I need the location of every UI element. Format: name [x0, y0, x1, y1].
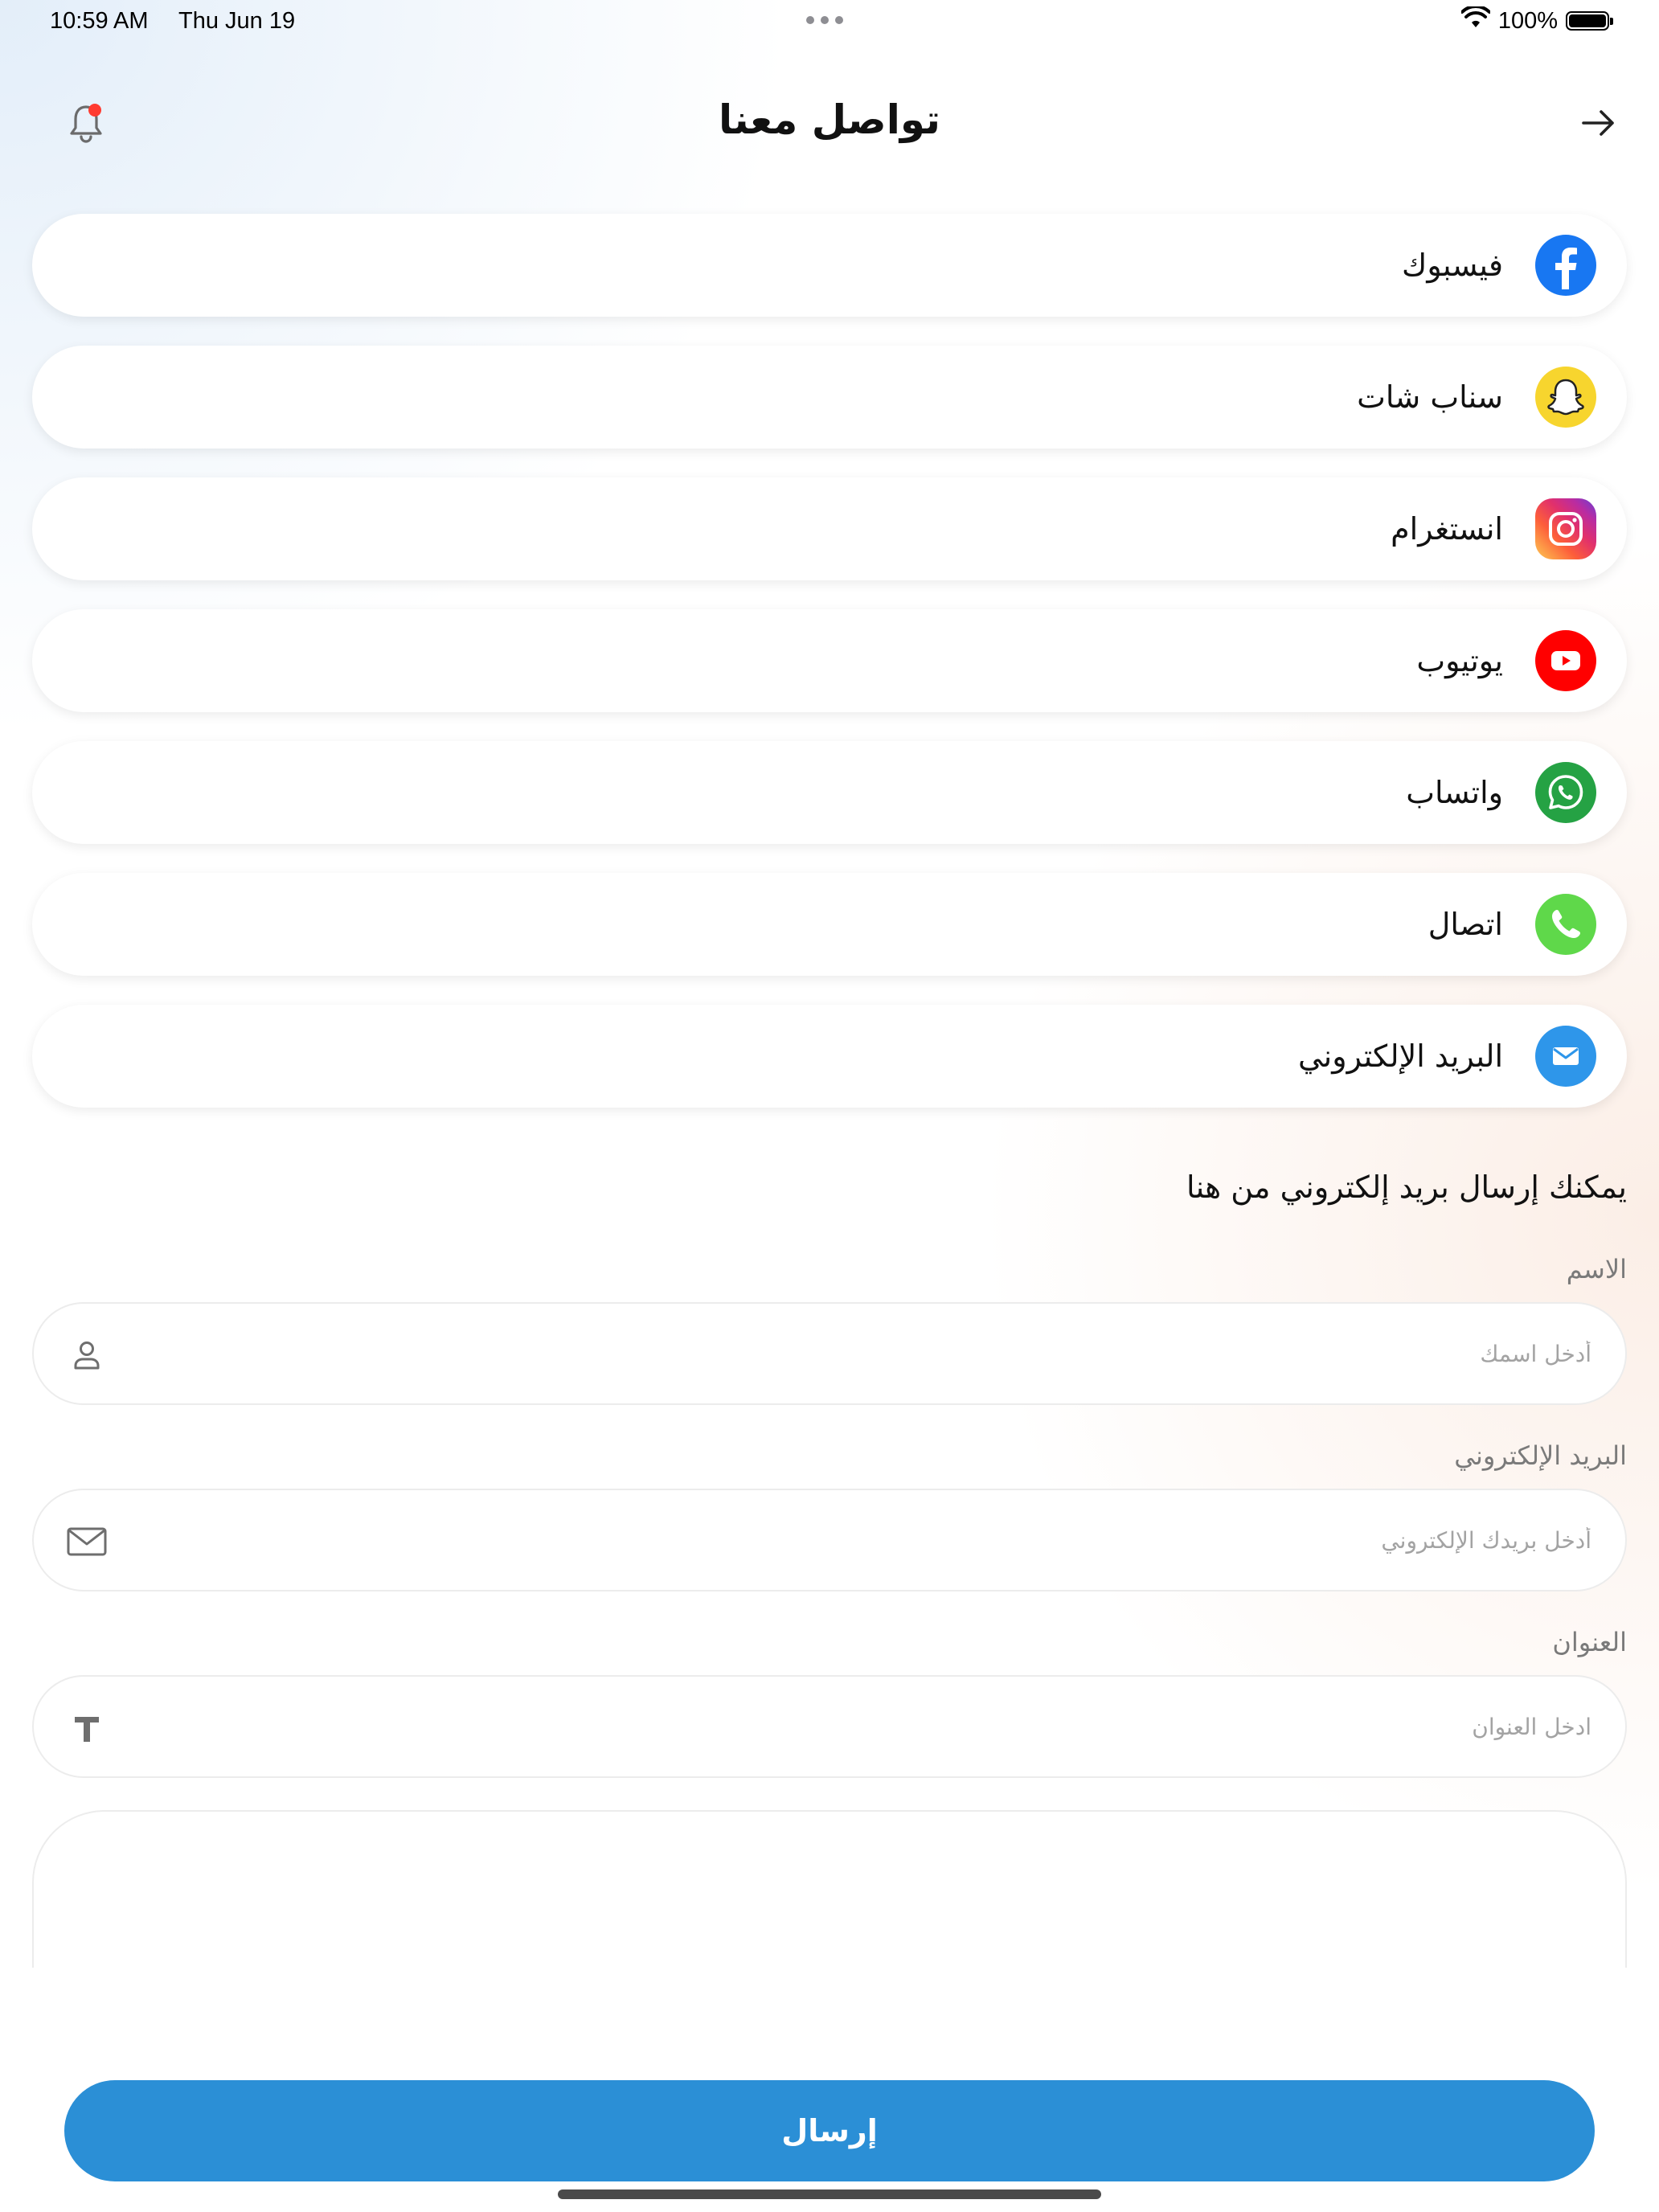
battery-percent: 100% — [1497, 7, 1558, 34]
youtube-icon — [1535, 630, 1596, 691]
social-label: يوتيوب — [1416, 643, 1503, 678]
envelope-icon — [61, 1516, 113, 1567]
status-right: 100% — [1460, 4, 1613, 35]
submit-button[interactable]: إرسال — [64, 2080, 1595, 2181]
social-label: البريد الإلكتروني — [1298, 1038, 1503, 1074]
social-item-facebook[interactable]: فيسبوك — [32, 214, 1627, 317]
social-label: اتصال — [1428, 907, 1503, 942]
whatsapp-icon — [1535, 762, 1596, 823]
wifi-icon — [1460, 4, 1491, 35]
social-item-whatsapp[interactable]: واتساب — [32, 741, 1627, 844]
social-label: فيسبوك — [1402, 248, 1503, 283]
social-item-instagram[interactable]: انستغرام — [32, 477, 1627, 580]
facebook-icon — [1535, 235, 1596, 296]
social-item-email[interactable]: البريد الإلكتروني — [32, 1005, 1627, 1108]
multitasking-dots-icon[interactable] — [806, 16, 843, 24]
mail-icon — [1535, 1026, 1596, 1087]
text-icon — [61, 1702, 113, 1754]
name-field — [32, 1302, 1627, 1405]
email-label: البريد الإلكتروني — [1454, 1440, 1627, 1471]
user-icon — [61, 1329, 113, 1381]
social-item-phone[interactable]: اتصال — [32, 873, 1627, 976]
subject-label: العنوان — [1552, 1627, 1627, 1657]
social-label: سناب شات — [1357, 379, 1503, 415]
status-date: Thu Jun 19 — [178, 8, 296, 34]
subject-field — [32, 1675, 1627, 1778]
phone-icon — [1535, 894, 1596, 955]
social-label: انستغرام — [1391, 511, 1503, 547]
social-label: واتساب — [1406, 775, 1503, 810]
snapchat-icon — [1535, 367, 1596, 428]
subject-input[interactable] — [146, 1677, 1593, 1776]
status-bar: 10:59 AM Thu Jun 19 100% — [0, 0, 1659, 45]
form-heading: يمكنك إرسال بريد إلكتروني من هنا — [1186, 1169, 1627, 1205]
instagram-icon — [1535, 498, 1596, 559]
back-button[interactable] — [1571, 95, 1627, 151]
battery-icon — [1566, 11, 1613, 31]
header: تواصل معنا — [0, 80, 1659, 161]
name-label: الاسم — [1566, 1254, 1627, 1284]
email-field — [32, 1489, 1627, 1591]
home-indicator[interactable] — [558, 2189, 1101, 2199]
social-item-snapchat[interactable]: سناب شات — [32, 346, 1627, 449]
social-links-list: فيسبوك سناب شات انستغرام يوتيوب واتساب ا… — [32, 214, 1627, 1137]
email-input[interactable] — [146, 1490, 1593, 1590]
social-item-youtube[interactable]: يوتيوب — [32, 609, 1627, 712]
name-input[interactable] — [146, 1304, 1593, 1403]
status-time: 10:59 AM — [50, 8, 149, 34]
arrow-right-icon — [1582, 110, 1614, 136]
page-title: تواصل معنا — [719, 96, 940, 143]
